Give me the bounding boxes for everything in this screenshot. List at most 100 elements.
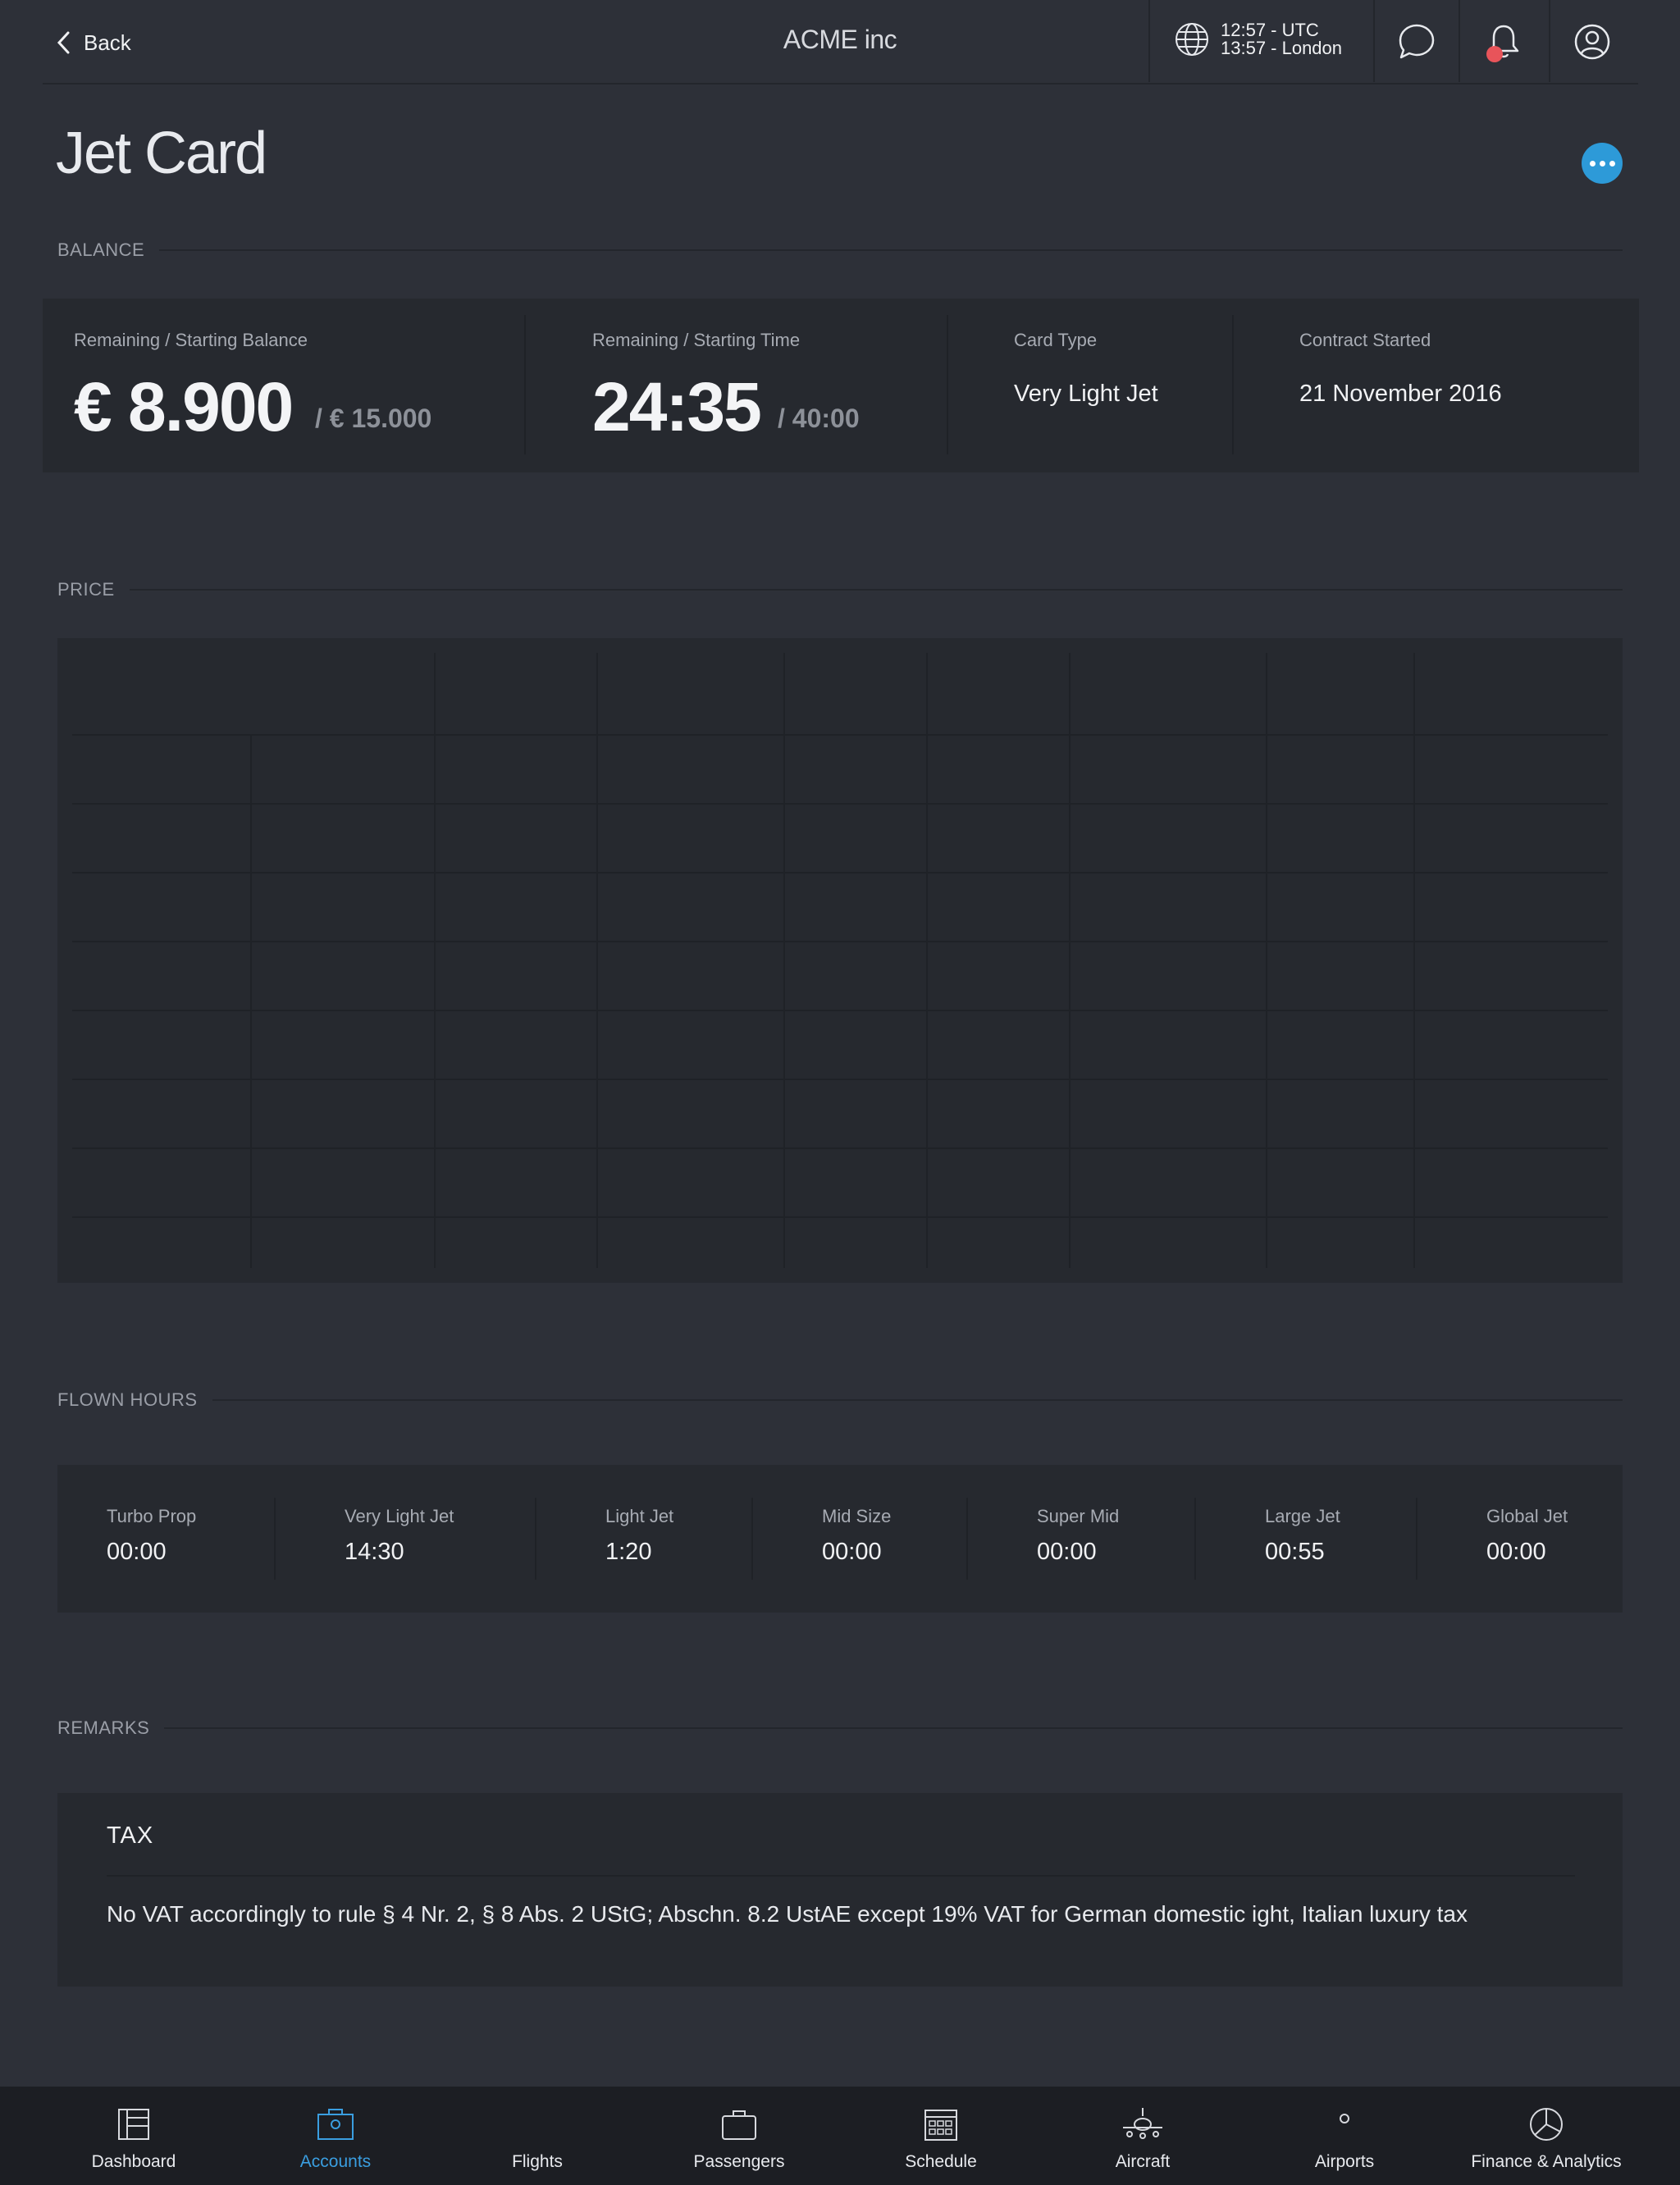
nav-item-schedule[interactable]: Schedule [840,2087,1042,2185]
matrix-cell [927,1010,1070,1079]
grid-line [596,653,598,1268]
flown-hours-item: Mid Size 00:00 [822,1506,891,1566]
contract-started-value: 21 November 2016 [1299,381,1502,407]
matrix-cell [784,1217,927,1268]
matrix-cell [597,1010,784,1079]
header-divider [1459,0,1460,82]
user-icon[interactable] [1572,21,1613,62]
bottom-navigation: Dashboard Accounts Flights Passengers Schedu… [0,2087,1680,2185]
globe-icon [1176,23,1208,56]
remaining-time-label: Remaining / Starting Time [592,330,801,350]
matrix-cell [784,942,927,1010]
flown-hours-label: Global Jet [1486,1506,1568,1526]
page-title: Jet Card [56,121,267,186]
matrix-cell [1414,1079,1608,1148]
matrix-cell [1414,1148,1608,1217]
matrix-cell [1414,873,1608,942]
grid-line [72,1216,1608,1218]
row-price-cell [251,1010,435,1079]
nav-item-airports[interactable]: Airports [1244,2087,1445,2185]
starting-time: / 40:00 [778,404,860,433]
balance-divider [947,315,948,454]
matrix-cell [927,1217,1070,1268]
chat-icon[interactable] [1396,21,1437,62]
flown-hours-divider [535,1498,536,1580]
dashboard-icon [118,2109,149,2140]
hourly-price-cell [597,735,784,804]
nav-item-finance-analytics[interactable]: Finance & Analytics [1445,2087,1647,2185]
remaining-balance-label: Remaining / Starting Balance [74,330,308,350]
grid-line [250,735,252,1268]
matrix-cell [597,1217,784,1268]
header-divider [1549,0,1550,82]
row-label [72,942,251,1010]
flown-hours-value: 00:00 [107,1539,167,1565]
matrix-cell [1267,1148,1414,1217]
hourly-price-cell [1414,735,1608,804]
more-options-button[interactable] [1582,143,1623,184]
flown-hours-divider [1416,1498,1418,1580]
accounts-icon [317,2109,354,2140]
matrix-cell [1267,1079,1414,1148]
world-clock[interactable]: 12:57 - UTC 13:57 - London [1175,21,1342,57]
matrix-cell [597,942,784,1010]
matrix-cell [435,804,597,873]
remark-title: TAX [107,1822,154,1849]
back-button[interactable]: Back [56,26,131,59]
grid-line [72,1010,1608,1011]
card-type-value: Very Light Jet [1014,381,1158,407]
hourly-price-cell [435,735,597,804]
column-header [597,653,784,735]
matrix-cell [784,804,927,873]
column-header [927,653,1070,735]
matrix-cell [927,1148,1070,1217]
matrix-cell [784,1010,927,1079]
row-price-cell [251,1079,435,1148]
remaining-balance: € 8.900 [74,368,294,445]
matrix-cell [597,873,784,942]
row-price-cell [251,942,435,1010]
row-price-cell [251,1217,435,1268]
matrix-cell [927,873,1070,942]
grid-line [434,653,436,1268]
jet-icon [1123,2108,1162,2139]
briefcase-icon [722,2110,756,2140]
header-divider [43,83,1638,84]
matrix-cell [435,1148,597,1217]
row-label [72,873,251,942]
pie-chart-icon [1530,2108,1563,2141]
flown-hours-value: 00:55 [1265,1539,1325,1565]
nav-item-aircraft[interactable]: Aircraft [1042,2087,1244,2185]
nav-label: Dashboard [91,2152,176,2171]
matrix-cell [1267,1010,1414,1079]
flown-hours-label: Super Mid [1037,1506,1120,1526]
grid-line [72,1079,1608,1080]
flown-hours-value: 00:00 [822,1539,882,1565]
flown-hours-divider [274,1498,276,1580]
matrix-cell [1267,873,1414,942]
matrix-cell [1267,942,1414,1010]
remarks-panel: TAX No VAT accordingly to rule § 4 Nr. 2… [57,1793,1623,1987]
hourly-price-cell [1070,735,1267,804]
nav-item-dashboard[interactable]: Dashboard [33,2087,235,2185]
remarks-section-heading: REMARKS [57,1716,1623,1740]
nav-item-flights[interactable]: Flights [436,2087,638,2185]
row-label [72,1010,251,1079]
matrix-cell [435,1217,597,1268]
grid-line [783,653,785,1268]
matrix-cell [435,942,597,1010]
nav-label: Schedule [905,2152,977,2171]
flown-hours-item: Super Mid 00:00 [1037,1506,1119,1566]
nav-item-passengers[interactable]: Passengers [638,2087,840,2185]
nav-label: Finance & Analytics [1471,2152,1622,2171]
pin-icon [1340,2114,1349,2123]
flown-hours-label: Light Jet [605,1506,674,1526]
row-price-cell [251,1148,435,1217]
flown-hours-value: 1:20 [605,1539,652,1565]
matrix-cell [597,804,784,873]
column-header [435,653,597,735]
matrix-cell [1070,1010,1267,1079]
nav-item-accounts[interactable]: Accounts [235,2087,436,2185]
grid-line [72,872,1608,874]
matrix-cell [927,942,1070,1010]
